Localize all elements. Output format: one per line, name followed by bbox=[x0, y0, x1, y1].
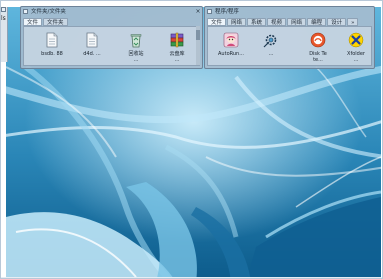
archive-icon bbox=[170, 32, 184, 48]
tab-network-2[interactable]: 网络 bbox=[287, 18, 307, 26]
tab-programming[interactable]: 编程 bbox=[307, 18, 327, 26]
files-folders-panel: 文件夹/文件夹 × 文件 文件夹 bsdb. 88 d4d. ... 回收站 .… bbox=[20, 6, 203, 69]
tab-design[interactable]: 设计 bbox=[327, 18, 347, 26]
program-item[interactable]: ... bbox=[251, 30, 291, 64]
item-label: 云盘库 ... bbox=[169, 51, 185, 63]
programs-panel: 程序/程序 文件 网络 系统 视频 网络 编程 设计 » AutoRun... … bbox=[204, 6, 375, 69]
item-label: 回收站 ... bbox=[128, 51, 144, 63]
desktop-item[interactable]: 回收站 ... bbox=[116, 30, 156, 64]
pin-icon[interactable] bbox=[23, 9, 28, 14]
panel-content: bsdb. 88 d4d. ... 回收站 ... 云盘库 ... bbox=[23, 26, 200, 66]
tab-video[interactable]: 视频 bbox=[267, 18, 287, 26]
desktop-item[interactable]: 云盘库 ... bbox=[157, 30, 197, 64]
tab-system[interactable]: 系统 bbox=[247, 18, 267, 26]
tab-files[interactable]: 文件 bbox=[23, 18, 43, 26]
scrollbar-thumb[interactable] bbox=[196, 30, 200, 40]
tab-network[interactable]: 网络 bbox=[227, 18, 247, 26]
program-item[interactable]: AutoRun... bbox=[211, 30, 251, 64]
recycle-bin-icon bbox=[130, 34, 142, 48]
panel-title: 程序/程序 bbox=[215, 9, 239, 15]
panel-content: AutoRun... ... Disk Te te... Xfolder ... bbox=[207, 26, 372, 66]
program-item[interactable]: Xfolder ... bbox=[336, 30, 376, 64]
tab-bar: 文件 文件夹 bbox=[23, 18, 68, 26]
gear-tool-icon bbox=[263, 34, 277, 48]
document-icon bbox=[86, 32, 98, 48]
close-icon[interactable]: × bbox=[195, 8, 201, 15]
program-item[interactable]: Disk Te te... bbox=[298, 30, 338, 64]
item-label: d4d. ... bbox=[83, 51, 101, 57]
item-label: Xfolder ... bbox=[347, 51, 365, 63]
panel-title: 文件夹/文件夹 bbox=[31, 9, 66, 15]
tab-bar: 文件 网络 系统 视频 网络 编程 设计 » bbox=[207, 18, 359, 26]
document-icon bbox=[46, 32, 58, 48]
item-label: bsdb. 88 bbox=[41, 51, 63, 57]
app-icon bbox=[310, 32, 326, 48]
tab-files[interactable]: 文件 bbox=[207, 18, 227, 26]
tab-folders[interactable]: 文件夹 bbox=[43, 18, 68, 26]
left-edge-panel: ls bbox=[1, 7, 8, 62]
desktop-frame: ls 文件夹/文件夹 × 文件 文件夹 bsdb. 88 d4d. ... 回收… bbox=[0, 0, 383, 279]
pin-icon[interactable] bbox=[1, 7, 6, 12]
anime-character-icon bbox=[223, 32, 239, 48]
item-label: AutoRun... bbox=[218, 51, 244, 57]
item-label: ... bbox=[268, 51, 274, 57]
x-icon bbox=[348, 32, 364, 48]
tab-more[interactable]: » bbox=[347, 18, 359, 26]
scrollbar[interactable] bbox=[196, 26, 200, 65]
pin-icon[interactable] bbox=[207, 9, 212, 14]
left-panel-fragment: ls bbox=[1, 15, 6, 22]
desktop-item[interactable]: d4d. ... bbox=[72, 30, 112, 64]
desktop-item[interactable]: bsdb. 88 bbox=[32, 30, 72, 64]
item-label: Disk Te te... bbox=[309, 51, 327, 63]
